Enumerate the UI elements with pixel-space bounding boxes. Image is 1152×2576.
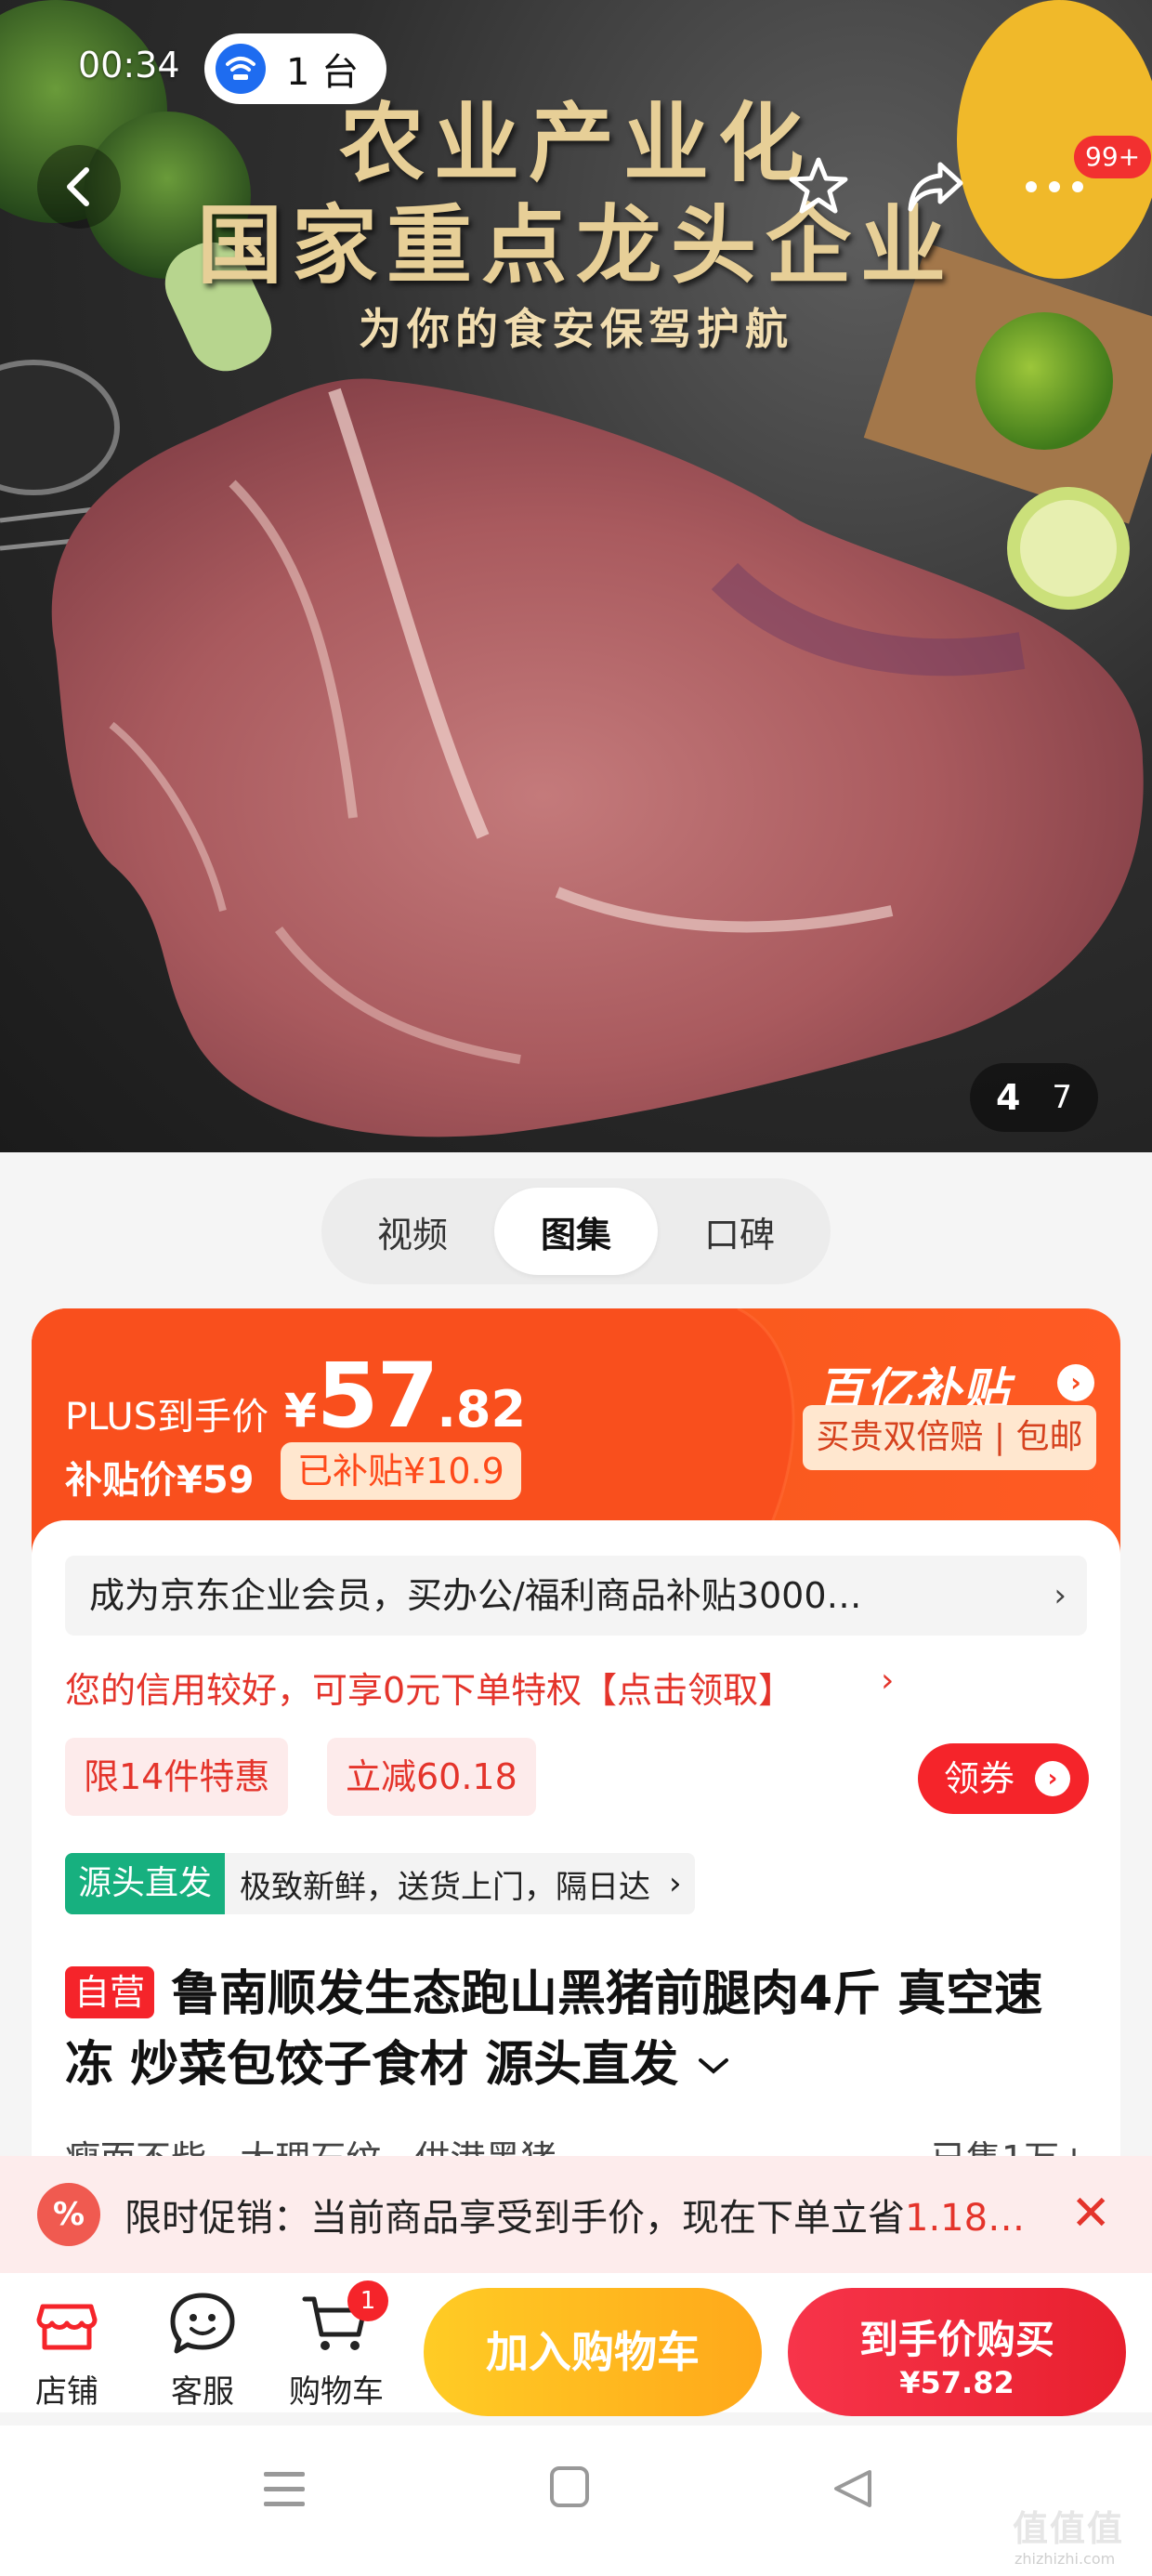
promo-tag-discount[interactable]: 立减60.18: [327, 1738, 536, 1816]
pager-total: 7: [1052, 1079, 1073, 1116]
more-dots-icon: [1026, 181, 1083, 192]
store-label: 店铺: [35, 2373, 98, 2411]
product-detail-page: 农业产业化 国家重点龙头企业 为你的食安保驾护航 00:34 1 台 99+ 4…: [0, 0, 1152, 2576]
store-button[interactable]: 店铺: [11, 2286, 123, 2412]
enterprise-member-banner[interactable]: 成为京东企业会员，买办公/福利商品补贴3000… ›: [65, 1556, 1087, 1636]
home-icon[interactable]: [550, 2466, 589, 2507]
price-decimal: .82: [437, 1380, 527, 1439]
price-currency: ¥: [284, 1384, 317, 1438]
add-to-cart-button[interactable]: 加入购物车: [424, 2288, 762, 2416]
hero-banner-line-2: 国家重点龙头企业: [196, 195, 955, 296]
guarantee-badge[interactable]: 买贵双倍赔 | 包邮: [803, 1405, 1096, 1470]
favorite-button[interactable]: [777, 145, 860, 229]
back-button[interactable]: [37, 145, 121, 229]
promo-tag-limit[interactable]: 限14件特惠: [65, 1738, 289, 1816]
promo-bar-text: 限时促销：当前商品享受到手价，现在下单立省1.18…: [124, 2188, 1063, 2241]
chevron-left-icon: [67, 167, 89, 206]
system-navigation-bar: [0, 2425, 1152, 2576]
buy-now-button[interactable]: 到手价购买 ¥57.82: [788, 2288, 1126, 2416]
enterprise-banner-text: 成为京东企业会员，买办公/福利商品补贴3000…: [89, 1575, 862, 1616]
close-icon[interactable]: ✕: [1070, 2188, 1111, 2240]
pager-current: 4: [995, 1077, 1021, 1118]
tab-video[interactable]: 视频: [331, 1188, 494, 1275]
share-button[interactable]: [894, 145, 977, 229]
get-coupon-button[interactable]: 领券 ›: [918, 1743, 1089, 1814]
cart-label: 购物车: [289, 2373, 384, 2411]
chevron-right-icon[interactable]: ›: [1057, 1364, 1094, 1401]
media-tabs: 视频 图集 口碑: [321, 1178, 831, 1284]
chevron-down-icon[interactable]: [695, 2055, 732, 2077]
chevron-right-icon: ›: [1035, 1761, 1070, 1796]
source-direct-tag: 源头直发: [65, 1853, 226, 1914]
plus-price-label: PLUS到手价: [65, 1396, 269, 1439]
limited-promo-bar[interactable]: % 限时促销：当前商品享受到手价，现在下单立省1.18… ✕: [0, 2156, 1152, 2273]
image-pager: 4 7: [970, 1063, 1098, 1132]
site-watermark-url: zhizhizhi.com: [1015, 2550, 1116, 2568]
product-title-text: 鲁南顺发生态跑山黑猪前腿肉4斤 真空速冻 炒菜包饺子食材 源头直发: [65, 1966, 1043, 2093]
hero-banner-line-3: 为你的食安保驾护航: [359, 304, 793, 354]
store-icon: [36, 2304, 98, 2350]
subsidy-amount-pill: 已补贴¥10.9: [281, 1442, 521, 1500]
source-direct-row[interactable]: 源头直发 极致新鲜，送货上门，隔日达 ›: [65, 1853, 695, 1914]
buy-now-label: 到手价购买: [858, 2317, 1054, 2362]
chevron-right-icon: ›: [669, 1865, 682, 1902]
product-hero-image[interactable]: 农业产业化 国家重点龙头企业 为你的食安保驾护航: [0, 0, 1152, 1152]
notification-badge: 99+: [1074, 136, 1152, 178]
plus-price-value: ¥57.82: [284, 1344, 526, 1448]
share-icon: [908, 162, 963, 212]
menu-icon[interactable]: [264, 2472, 305, 2506]
source-direct-text: 极致新鲜，送货上门，隔日达: [240, 1868, 651, 1906]
product-info-section: 成为京东企业会员，买办公/福利商品补贴3000… › 您的信用较好，可享0元下单…: [32, 1520, 1120, 2179]
promo-bar-amount: 1.18…: [905, 2197, 1026, 2240]
customer-service-button[interactable]: 客服: [147, 2286, 258, 2412]
status-bar-time: 00:34: [78, 45, 180, 85]
tab-reviews[interactable]: 口碑: [658, 1188, 821, 1275]
system-nav-icons: [264, 2466, 871, 2507]
promo-bar-prefix: 限时促销：当前商品享受到手价，现在下单立省: [124, 2197, 905, 2240]
price-integer: 57: [316, 1344, 439, 1448]
site-watermark: 值值值: [1013, 2508, 1125, 2549]
chevron-right-icon: ›: [1054, 1577, 1067, 1614]
subsidy-price: 补贴价¥59: [65, 1459, 255, 1502]
chevron-right-icon: ›: [881, 1662, 895, 1700]
back-triangle-icon[interactable]: [834, 2470, 871, 2507]
chat-face-icon: [170, 2293, 235, 2354]
product-title[interactable]: 自营 鲁南顺发生态跑山黑猪前腿肉4斤 真空速冻 炒菜包饺子食材 源头直发: [65, 1959, 1087, 2100]
service-label: 客服: [171, 2373, 234, 2411]
self-operated-tag: 自营: [65, 1966, 155, 2018]
device-count-label: 1 台: [286, 51, 360, 94]
star-icon: [789, 157, 848, 214]
coupon-button-label: 领券: [944, 1758, 1015, 1799]
percent-icon: %: [37, 2183, 100, 2246]
device-connection-pill[interactable]: 1 台: [204, 33, 386, 104]
wifi-device-icon: [216, 44, 266, 94]
credit-privilege-link[interactable]: 您的信用较好，可享0元下单特权【点击领取】: [65, 1662, 793, 1713]
buy-now-price: ¥57.82: [899, 2365, 1015, 2400]
cart-count-badge: 1: [347, 2280, 388, 2321]
tab-gallery[interactable]: 图集: [494, 1188, 658, 1275]
